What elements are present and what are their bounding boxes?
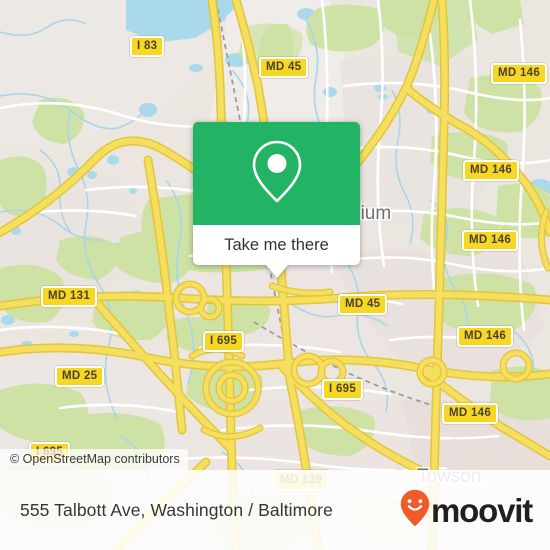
shield-md-146-c: MD 146 xyxy=(462,230,519,251)
shield-md-146-a: MD 146 xyxy=(491,63,548,84)
popup-card-body xyxy=(193,122,360,225)
address-label: 555 Talbott Ave, Washington / Baltimore xyxy=(20,499,333,520)
take-me-there-button[interactable]: Take me there xyxy=(224,236,329,255)
shield-md-45-s: MD 45 xyxy=(338,294,388,315)
map-screenshot: I 83 MD 45 MD 146 MD 146 MD 146 MD 131 I 695 MD… xyxy=(0,0,550,550)
location-pin-icon xyxy=(250,138,304,209)
osm-attribution[interactable]: © OpenStreetMap contributors xyxy=(0,449,188,470)
shield-md-25: MD 25 xyxy=(55,366,105,387)
shield-i-695-b: I 695 xyxy=(322,379,364,400)
popup-card-footer[interactable]: Take me there xyxy=(193,225,360,278)
shield-md-146-e: MD 146 xyxy=(442,403,499,424)
popup-pointer-tip xyxy=(265,265,288,278)
moovit-wordmark: moovit xyxy=(431,491,533,529)
shield-md-146-d: MD 146 xyxy=(457,326,514,347)
shield-i-695-a: I 695 xyxy=(203,331,245,352)
shield-md-45-n: MD 45 xyxy=(259,57,309,78)
moovit-pin-smile-icon xyxy=(400,489,430,532)
bottom-bar: 555 Talbott Ave, Washington / Baltimore … xyxy=(0,470,550,550)
shield-md-146-b: MD 146 xyxy=(463,160,520,181)
moovit-logo[interactable]: moovit xyxy=(400,489,533,532)
shield-i-83: I 83 xyxy=(130,36,165,57)
location-popup-card[interactable]: Take me there xyxy=(193,122,360,278)
shield-md-131: MD 131 xyxy=(41,286,98,307)
